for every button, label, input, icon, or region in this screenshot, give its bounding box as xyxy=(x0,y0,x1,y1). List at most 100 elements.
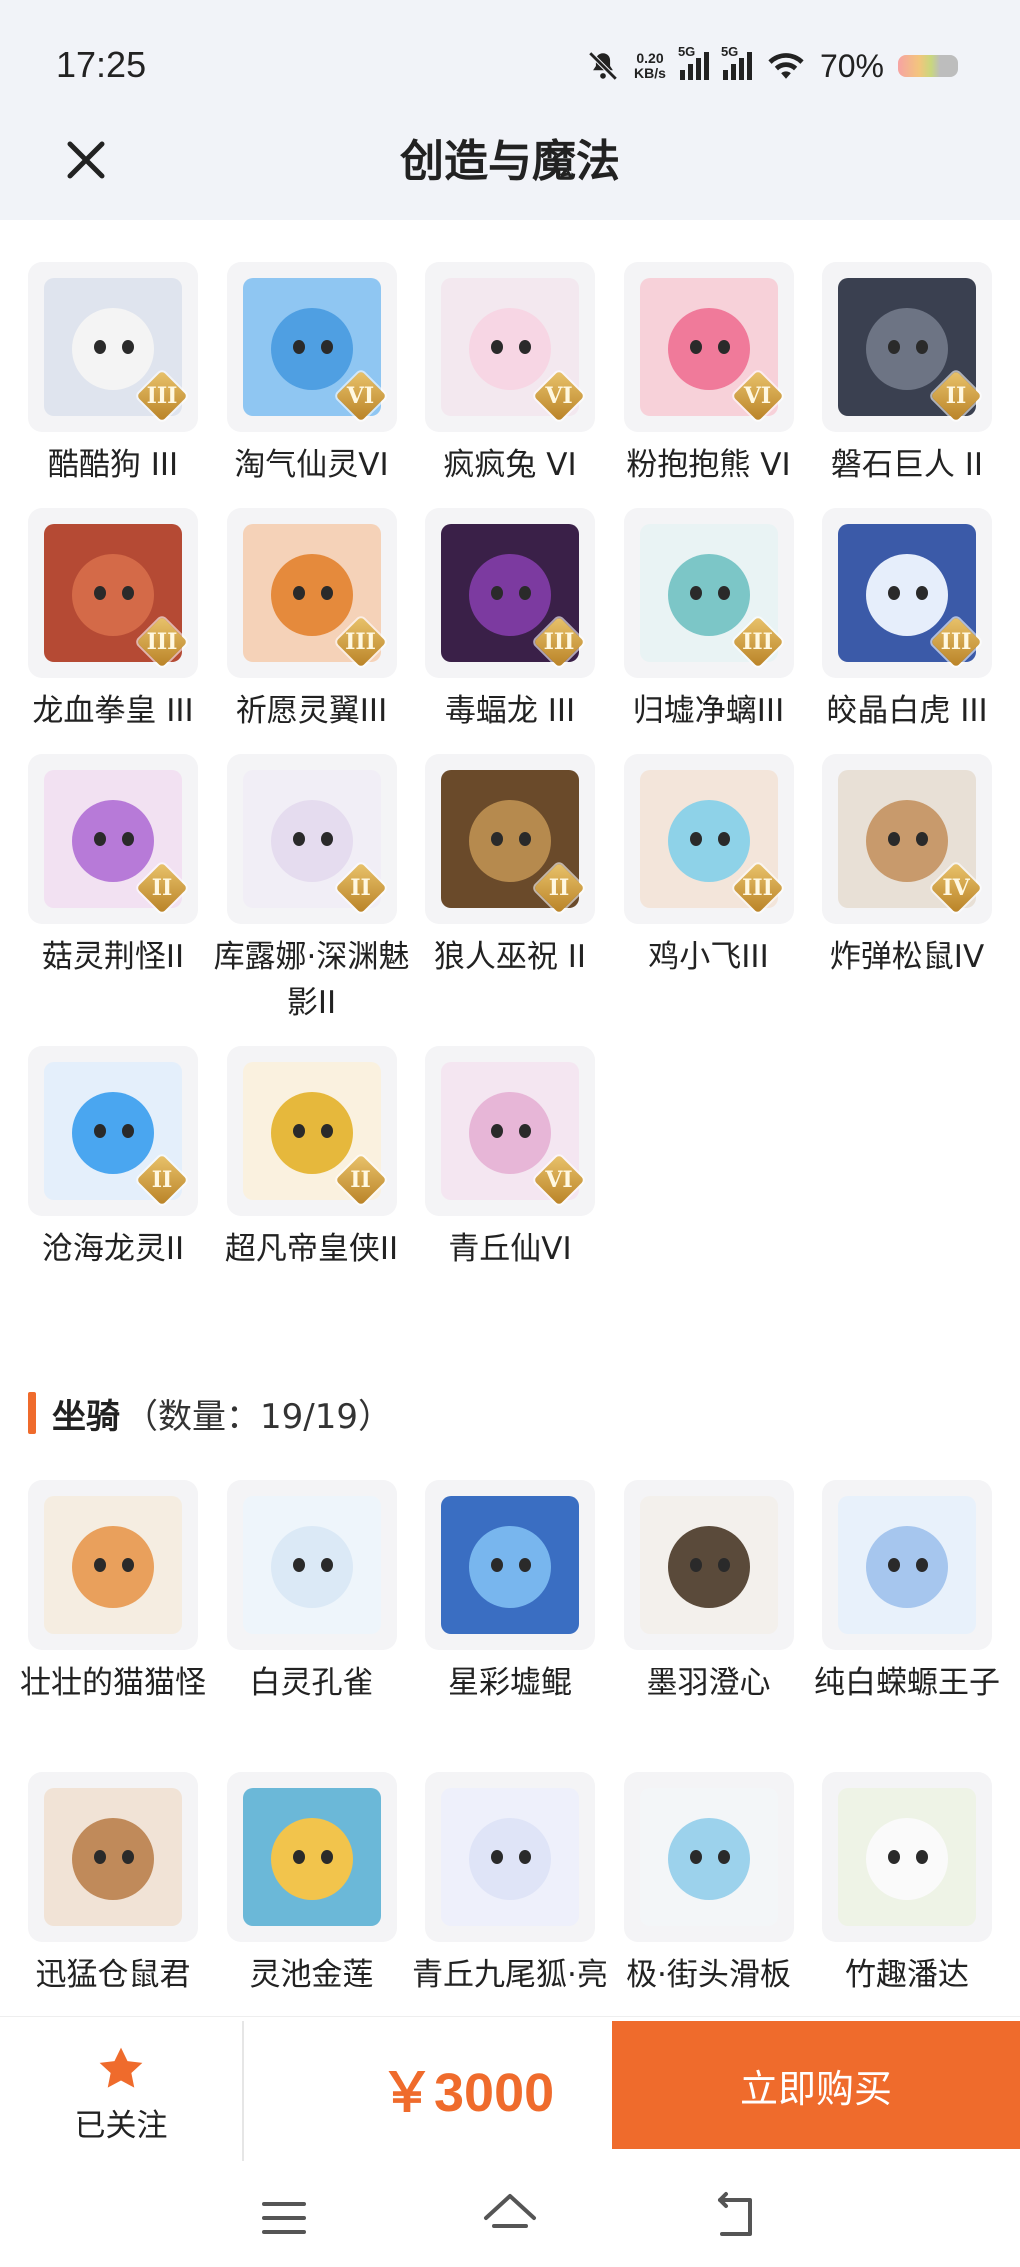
rank-label: IV xyxy=(942,875,970,901)
item-card[interactable]: 迅猛仓鼠君 xyxy=(28,1772,198,2018)
mounts-section-header: 坐骑 （数量：19/19） xyxy=(28,1388,392,1438)
item-thumbnail: III xyxy=(226,508,397,678)
item-name: 归墟净螭III xyxy=(632,693,785,729)
item-thumbnail: II xyxy=(226,754,397,924)
item-name: 狼人巫祝 II xyxy=(433,939,587,975)
item-card[interactable]: VI 粉抱抱熊 VI xyxy=(623,262,794,508)
item-thumbnail: III xyxy=(28,508,198,678)
item-thumbnail xyxy=(28,1480,198,1650)
rank-badge-icon: VI xyxy=(732,370,783,422)
rank-badge-icon: IV xyxy=(930,862,982,914)
follow-label: 已关注 xyxy=(74,2107,168,2144)
rank-badge-icon: II xyxy=(136,862,188,914)
item-card[interactable]: 灵池金莲 xyxy=(226,1772,397,2018)
battery-icon xyxy=(898,55,958,77)
item-name: 极·街头滑板 xyxy=(626,1957,791,1993)
item-name: 祈愿灵翼III xyxy=(235,693,388,729)
rank-label: VI xyxy=(545,383,573,409)
item-thumbnail: III xyxy=(822,508,992,678)
item-card[interactable]: VI 淘气仙灵VI xyxy=(226,262,397,508)
item-thumbnail: II xyxy=(226,1046,397,1216)
item-card[interactable]: III 龙血拳皇 III xyxy=(28,508,198,754)
item-card[interactable]: II 库露娜·深渊魅影II xyxy=(214,754,409,1046)
rank-label: II xyxy=(350,1167,371,1193)
item-thumbnail: III xyxy=(623,754,794,924)
item-card[interactable]: 纯白蝾螈王子 xyxy=(814,1480,1000,1772)
rank-badge-icon: II xyxy=(136,1154,188,1206)
item-card[interactable]: 极·街头滑板 xyxy=(623,1772,794,2018)
item-name: 淘气仙灵VI xyxy=(234,447,389,483)
item-card[interactable]: II 狼人巫祝 II xyxy=(425,754,595,1046)
buy-now-button[interactable]: 立即购买 xyxy=(612,2021,1020,2149)
pets-grid: III 酷酷狗 III VI 淘气仙灵VI VI 疯疯兔 VI VI 粉抱抱熊 VI II 磐石巨… xyxy=(28,262,992,1338)
item-name: 竹趣潘达 xyxy=(845,1957,969,1993)
item-card[interactable]: 青丘九尾狐·亮 xyxy=(412,1772,608,2018)
item-name: 龙血拳皇 III xyxy=(32,693,194,729)
item-card[interactable]: II 菇灵荆怪II xyxy=(28,754,198,1046)
rank-badge-icon: III xyxy=(732,616,783,668)
back-icon[interactable] xyxy=(706,2188,766,2248)
rank-label: II xyxy=(151,1167,173,1193)
menu-icon[interactable] xyxy=(254,2188,314,2248)
item-card[interactable]: II 沧海龙灵II xyxy=(28,1046,198,1338)
star-kun-icon xyxy=(441,1496,579,1634)
item-name: 鸡小飞III xyxy=(648,939,769,975)
white-peacock-icon xyxy=(242,1496,381,1634)
item-thumbnail xyxy=(822,1480,992,1650)
title-bar: 创造与魔法 xyxy=(0,112,1020,220)
rank-badge-icon: II xyxy=(335,1154,386,1206)
status-bar: 17:25 0.20 KB/s 5G 5G 70% xyxy=(0,0,1020,112)
item-card[interactable]: III 毒蝠龙 III xyxy=(425,508,595,754)
axolotl-prince-icon xyxy=(838,1496,976,1634)
item-card[interactable]: IV 炸弹松鼠IV xyxy=(822,754,992,1046)
item-card[interactable]: III 酷酷狗 III xyxy=(28,262,198,508)
item-thumbnail: II xyxy=(822,262,992,432)
item-card[interactable]: VI 疯疯兔 VI xyxy=(425,262,595,508)
net-speed-unit: KB/s xyxy=(634,65,666,81)
item-card[interactable]: 壮壮的猫猫怪 xyxy=(20,1480,206,1772)
item-name: 青丘九尾狐·亮 xyxy=(412,1957,608,1993)
skateboard-icon xyxy=(639,1788,778,1926)
item-card[interactable]: VI 青丘仙VI xyxy=(425,1046,595,1338)
item-name: 库露娜·深渊魅影II xyxy=(213,939,410,1021)
item-thumbnail: III xyxy=(28,262,198,432)
item-name: 青丘仙VI xyxy=(448,1231,572,1267)
golden-lotus-icon xyxy=(242,1788,381,1926)
item-card[interactable]: III 祈愿灵翼III xyxy=(226,508,397,754)
item-card[interactable]: II 磐石巨人 II xyxy=(822,262,992,508)
item-name: 纯白蝾螈王子 xyxy=(814,1665,1000,1701)
rank-label: III xyxy=(345,629,376,655)
rank-label: III xyxy=(146,629,178,655)
item-thumbnail xyxy=(226,1480,397,1650)
item-name: 毒蝠龙 III xyxy=(444,693,576,729)
home-icon[interactable] xyxy=(480,2188,540,2248)
rank-label: III xyxy=(543,629,575,655)
item-name: 墨羽澄心 xyxy=(646,1665,771,1701)
system-nav-bar xyxy=(0,2168,1020,2267)
item-thumbnail: VI xyxy=(226,262,397,432)
item-thumbnail: II xyxy=(425,754,595,924)
item-card[interactable]: III 归墟净螭III xyxy=(623,508,794,754)
item-card[interactable]: 竹趣潘达 xyxy=(822,1772,992,2018)
item-name: 壮壮的猫猫怪 xyxy=(20,1665,206,1701)
item-card[interactable]: 白灵孔雀 xyxy=(226,1480,397,1772)
item-thumbnail xyxy=(28,1772,198,1942)
item-thumbnail xyxy=(425,1772,595,1942)
mute-bell-icon xyxy=(588,51,618,81)
item-card[interactable]: 墨羽澄心 xyxy=(623,1480,794,1772)
item-card[interactable]: III 鸡小飞III xyxy=(623,754,794,1046)
item-card[interactable]: 星彩墟鲲 xyxy=(425,1480,595,1772)
rank-label: III xyxy=(742,629,773,655)
wifi-icon xyxy=(768,53,804,79)
rank-label: II xyxy=(548,875,570,901)
item-name: 酷酷狗 III xyxy=(47,447,179,483)
item-thumbnail xyxy=(226,1772,397,1942)
item-card[interactable]: III 皎晶白虎 III xyxy=(822,508,992,754)
rank-badge-icon: III xyxy=(136,616,188,668)
section-title: 坐骑 xyxy=(52,1396,120,1437)
rank-badge-icon: VI xyxy=(335,370,386,422)
rank-label: III xyxy=(742,875,773,901)
item-card[interactable]: II 超凡帝皇侠II xyxy=(225,1046,398,1338)
follow-button[interactable]: 已关注 xyxy=(0,2017,242,2169)
panda-icon xyxy=(838,1788,976,1926)
